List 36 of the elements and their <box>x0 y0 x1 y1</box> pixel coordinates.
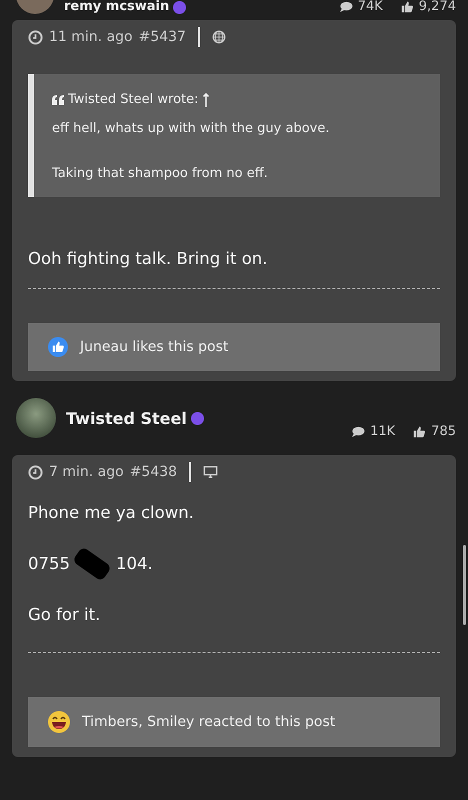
up-arrow-icon[interactable] <box>202 92 208 106</box>
post-text: Ooh fighting talk. Bring it on. <box>28 249 269 268</box>
post-time: 11 min. ago <box>49 29 133 45</box>
username[interactable]: Twisted Steel <box>66 408 187 428</box>
status-dot <box>190 412 204 424</box>
thumbs-up-icon <box>413 425 426 438</box>
status-dot <box>173 1 186 14</box>
laughing-face-icon <box>48 711 70 733</box>
post-text: 104. <box>116 554 153 573</box>
clock-icon <box>28 30 43 44</box>
like-count: 9,274 <box>418 0 456 14</box>
like-count: 785 <box>431 424 456 439</box>
scrollbar[interactable] <box>463 545 466 625</box>
post-time: 7 min. ago <box>49 464 124 480</box>
post-text: Go for it. <box>28 605 102 624</box>
post-number[interactable]: #5437 <box>138 29 186 45</box>
comment-count: 11K <box>370 424 396 439</box>
speech-bubble-icon <box>338 0 353 12</box>
post-text: 0755 <box>28 554 70 573</box>
quote-author[interactable]: Twisted Steel wrote: <box>68 92 198 107</box>
globe-icon <box>212 30 226 44</box>
thumbs-up-icon <box>400 0 414 13</box>
quote-text: Taking that shampoo from no eff. <box>52 166 269 181</box>
avatar[interactable] <box>16 398 56 438</box>
speech-bubble-icon <box>351 426 366 438</box>
thumbs-up-icon <box>48 337 68 357</box>
monitor-icon <box>203 465 218 479</box>
quote-mark-icon <box>52 94 64 104</box>
comment-count: 74K <box>358 0 383 14</box>
post-text: Phone me ya clown. <box>28 503 195 522</box>
post-number[interactable]: #5438 <box>130 464 178 480</box>
reaction-text: Juneau likes this post <box>80 339 228 355</box>
quote-text: eff hell, whats up with with the guy above. <box>52 121 330 136</box>
username[interactable]: remy mcswain <box>64 0 170 14</box>
clock-icon <box>28 464 43 480</box>
reaction-text: Timbers, Smiley reacted to this post <box>82 714 336 730</box>
